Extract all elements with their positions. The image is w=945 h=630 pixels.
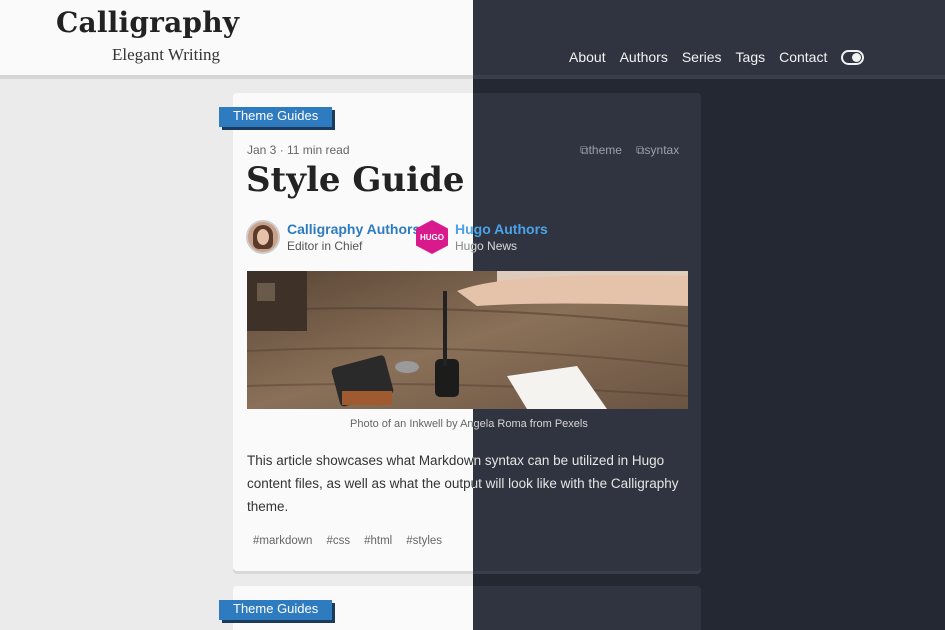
author-name[interactable]: Calligraphy Authors [287, 221, 420, 237]
tag-link[interactable]: #styles [406, 535, 442, 547]
tag-link[interactable]: #css [326, 535, 350, 547]
next-category-badge[interactable]: Theme Guides [219, 600, 333, 620]
post-meta: Jan 3 · 11 min read [247, 143, 350, 157]
author-avatar [246, 220, 280, 254]
tag-link[interactable]: #html [364, 535, 392, 547]
hugo-logo-icon: HUGO [416, 220, 448, 254]
author-calligraphy[interactable]: Calligraphy Authors Editor in Chief [246, 220, 420, 254]
category-badge[interactable]: Theme Guides [219, 107, 333, 127]
author-role: Editor in Chief [287, 239, 363, 253]
post-tags: #markdown #css #html #styles [253, 535, 442, 547]
dark-mode-overlay: Style GuideThis article showcases what M… [473, 0, 945, 630]
image-caption-dark: Photo of an Inkwell by Angela Roma from … [473, 418, 588, 430]
header-divider [0, 75, 473, 79]
post-title[interactable]: Style Guide [246, 160, 464, 200]
tag-link[interactable]: #markdown [253, 535, 312, 547]
site-subtitle: Elegant Writing [112, 45, 221, 64]
post-summary-dark: This article showcases what Markdown syn… [473, 453, 679, 491]
author-role-dark: Hugo News [473, 239, 518, 253]
site-title[interactable]: Calligraphy [56, 6, 239, 39]
